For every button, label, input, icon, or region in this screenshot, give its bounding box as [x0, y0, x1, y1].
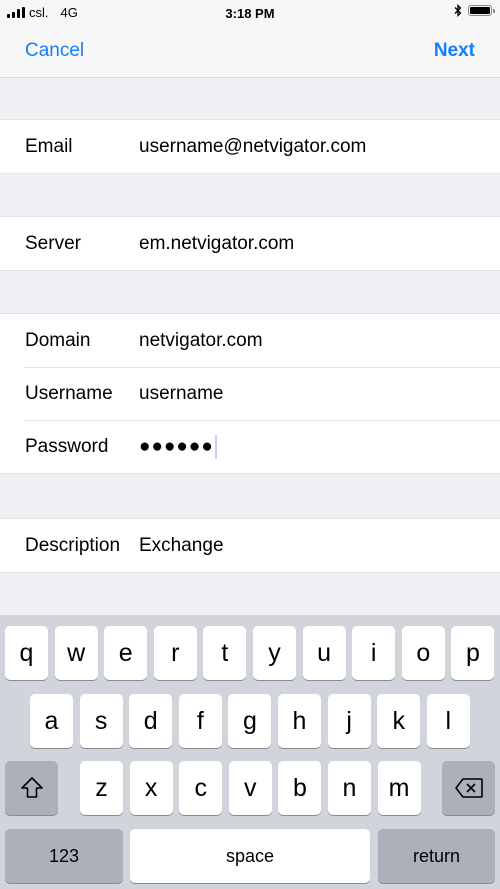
navigation-bar: Cancel Next — [0, 28, 500, 78]
server-row[interactable]: Server em.netvigator.com — [0, 217, 500, 270]
next-button[interactable]: Next — [434, 40, 475, 62]
description-label: Description — [25, 534, 121, 556]
key-q[interactable]: q — [5, 626, 48, 680]
username-label: Username — [25, 382, 113, 404]
key-d[interactable]: d — [129, 694, 173, 748]
numbers-key[interactable]: 123 — [5, 829, 123, 883]
description-group: Description Exchange — [0, 518, 500, 573]
shift-icon — [20, 777, 43, 798]
key-p[interactable]: p — [451, 626, 495, 680]
key-c[interactable]: c — [179, 761, 223, 815]
key-m[interactable]: m — [377, 761, 421, 815]
password-field[interactable]: ●●●●●● — [139, 434, 217, 459]
battery-icon — [468, 5, 495, 16]
credentials-group: Domain netvigator.com Username username … — [0, 313, 500, 474]
description-field[interactable]: Exchange — [139, 535, 224, 557]
shift-key[interactable] — [5, 761, 58, 815]
key-s[interactable]: s — [79, 694, 123, 748]
key-j[interactable]: j — [327, 694, 371, 748]
key-a[interactable]: a — [30, 694, 73, 748]
key-y[interactable]: y — [253, 626, 296, 680]
domain-row[interactable]: Domain netvigator.com — [0, 314, 500, 367]
key-w[interactable]: w — [54, 626, 98, 680]
server-group: Server em.netvigator.com — [0, 216, 500, 271]
username-field[interactable]: username — [139, 383, 224, 405]
keyboard: qwertyuiop asdfghjkl zxcvbnm 123 space r… — [0, 615, 500, 889]
email-row[interactable]: Email username@netvigator.com — [0, 120, 500, 173]
key-b[interactable]: b — [278, 761, 322, 815]
email-label: Email — [25, 135, 73, 157]
key-k[interactable]: k — [377, 694, 421, 748]
delete-key[interactable] — [442, 761, 495, 815]
domain-field[interactable]: netvigator.com — [139, 330, 263, 352]
key-i[interactable]: i — [352, 626, 396, 680]
key-e[interactable]: e — [104, 626, 148, 680]
status-right — [454, 4, 495, 17]
password-value: ●●●●●● — [139, 435, 214, 457]
server-field[interactable]: em.netvigator.com — [139, 233, 294, 255]
backspace-icon — [454, 778, 483, 798]
email-group: Email username@netvigator.com — [0, 119, 500, 174]
status-bar: csl. 4G 3:18 PM — [0, 0, 500, 28]
key-o[interactable]: o — [401, 626, 445, 680]
status-time: 3:18 PM — [225, 6, 275, 21]
key-z[interactable]: z — [80, 761, 123, 815]
key-v[interactable]: v — [228, 761, 272, 815]
key-h[interactable]: h — [278, 694, 321, 748]
domain-label: Domain — [25, 329, 91, 351]
username-row[interactable]: Username username — [0, 367, 500, 420]
key-t[interactable]: t — [203, 626, 247, 680]
cancel-button[interactable]: Cancel — [25, 40, 84, 62]
key-r[interactable]: r — [153, 626, 197, 680]
key-x[interactable]: x — [129, 761, 173, 815]
password-label: Password — [25, 435, 109, 457]
key-l[interactable]: l — [426, 694, 470, 748]
return-key[interactable]: return — [378, 829, 495, 883]
bluetooth-icon — [454, 4, 462, 17]
key-u[interactable]: u — [302, 626, 346, 680]
space-key[interactable]: space — [130, 829, 370, 883]
password-row[interactable]: Password ●●●●●● — [0, 420, 500, 473]
key-g[interactable]: g — [228, 694, 272, 748]
text-cursor — [214, 434, 217, 459]
description-row[interactable]: Description Exchange — [0, 519, 500, 572]
key-n[interactable]: n — [328, 761, 371, 815]
server-label: Server — [25, 232, 81, 254]
email-field[interactable]: username@netvigator.com — [139, 136, 366, 158]
key-f[interactable]: f — [178, 694, 222, 748]
